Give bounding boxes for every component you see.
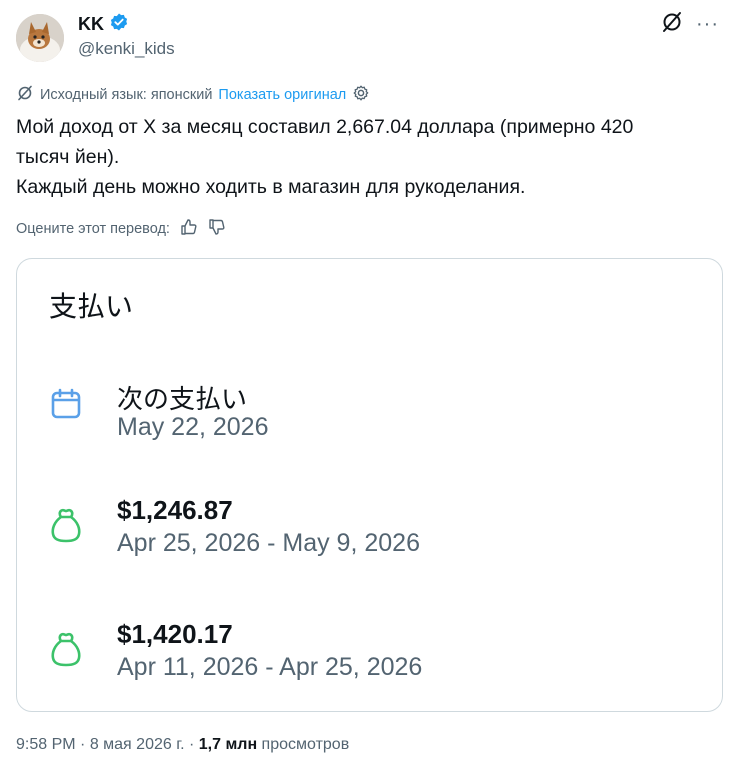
- tweet-time[interactable]: 9:58 PM: [16, 736, 76, 753]
- payment-amount: $1,420.17: [117, 619, 233, 649]
- show-original-link[interactable]: Показать оригинал: [218, 87, 346, 103]
- rate-translation-label: Оцените этот перевод:: [16, 221, 170, 237]
- translate-icon: [16, 84, 34, 106]
- money-bag-icon: [49, 507, 83, 550]
- tweet-text-line: Каждый день можно ходить в магазин для р…: [16, 176, 526, 198]
- avatar[interactable]: [16, 14, 64, 62]
- meta-separator: ·: [75, 736, 90, 753]
- calendar-icon: [49, 387, 83, 426]
- grok-icon[interactable]: [660, 10, 684, 39]
- tweet-text-line: тысяч йен).: [16, 146, 120, 168]
- payment-date: May 22, 2026: [117, 413, 269, 441]
- translation-source-label: Исходный язык: японский: [40, 87, 213, 103]
- tweet-text-line: Мой доход от X за месяц составил 2,667.0…: [16, 116, 634, 138]
- translation-settings-gear-icon[interactable]: [352, 84, 370, 106]
- view-count: 1,7 млн: [198, 736, 258, 753]
- more-options-icon[interactable]: ···: [696, 13, 719, 36]
- tweet-meta: 9:58 PM · 8 мая 2026 г. · 1,7 млн просмо…: [16, 736, 349, 754]
- thumbs-down-icon[interactable]: [208, 218, 226, 240]
- avatar-dog-image: [16, 14, 64, 62]
- tweet-text: Мой доход от X за месяц составил 2,667.0…: [16, 112, 716, 202]
- meta-separator: ·: [184, 736, 199, 753]
- thumbs-up-icon[interactable]: [180, 218, 198, 240]
- verified-badge-icon: [109, 12, 129, 37]
- payment-amount: $1,246.87: [117, 495, 233, 525]
- payments-card[interactable]: 支払い 次の支払い May 22, 2026 $1,246.87 Apr 25,…: [16, 258, 723, 712]
- tweet-date[interactable]: 8 мая 2026 г.: [90, 736, 185, 753]
- views-label: просмотров: [257, 736, 350, 753]
- payment-period: Apr 11, 2026 - Apr 25, 2026: [117, 653, 423, 681]
- author-handle[interactable]: @kenki_kids: [78, 39, 175, 59]
- author-name[interactable]: KK: [78, 14, 104, 35]
- card-title: 支払い: [49, 291, 134, 322]
- money-bag-icon: [49, 631, 83, 674]
- payment-title: 次の支払い: [117, 384, 248, 414]
- payment-period: Apr 25, 2026 - May 9, 2026: [117, 529, 420, 557]
